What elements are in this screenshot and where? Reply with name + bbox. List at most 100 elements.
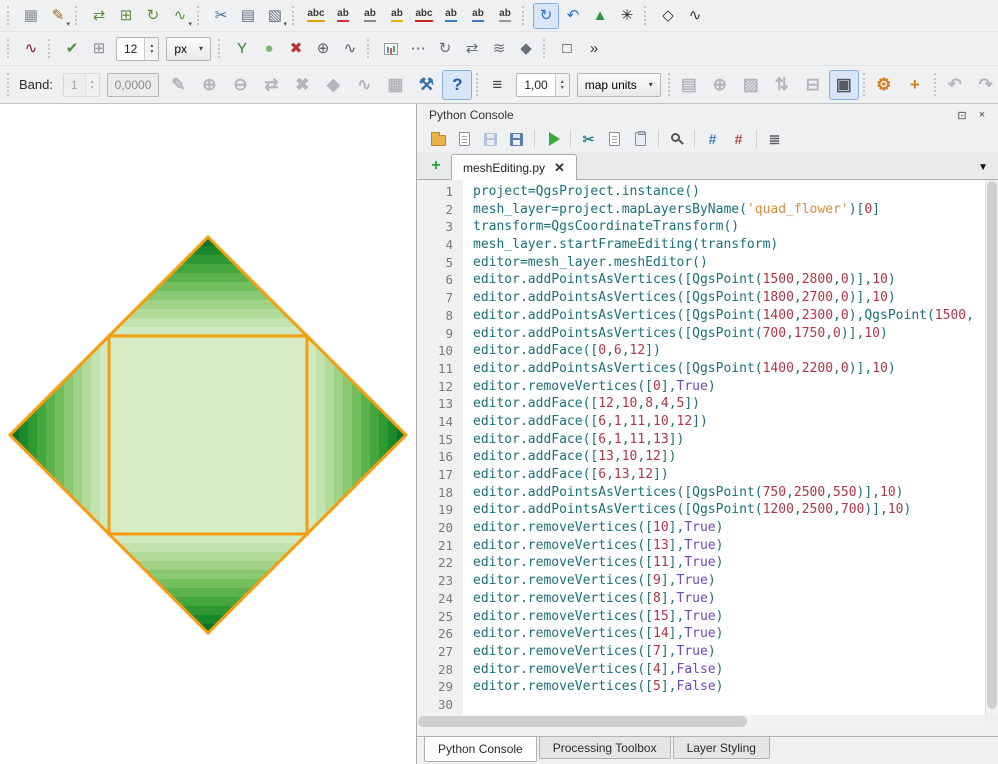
zoom-selection-icon[interactable]: ⊕ [705, 70, 735, 100]
z-value-field[interactable]: 0,0000 [107, 73, 160, 97]
edit-pencil-icon[interactable]: ✎▾ [45, 3, 71, 29]
vertex-tool-icon[interactable]: ◇ [655, 3, 681, 29]
rotate-feature-icon[interactable]: ↻ [140, 3, 166, 29]
digitize-mesh-elements-icon[interactable]: Y [229, 36, 255, 62]
delete-face-icon[interactable]: ✖ [287, 70, 317, 100]
copy-icon[interactable] [603, 128, 626, 151]
code-line[interactable]: editor.removeVertices([7],True) [473, 643, 985, 661]
layer-diagram-icon[interactable]: ab [330, 3, 356, 29]
save-as-icon[interactable] [505, 128, 528, 151]
reshape-feature-icon[interactable]: ∿▾ [167, 3, 193, 29]
vertical-scrollbar[interactable] [985, 180, 998, 715]
paste-features-icon[interactable]: ▧▾ [262, 3, 288, 29]
run-script-icon[interactable] [541, 128, 564, 151]
move-vertex-icon[interactable]: ⇄ [256, 70, 286, 100]
code-line[interactable]: project=QgsProject.instance() [473, 183, 985, 201]
marker-grid-icon[interactable]: ⊞ [86, 36, 112, 62]
comment-icon[interactable]: # [701, 128, 724, 151]
find-text-icon[interactable] [665, 128, 688, 151]
code-line[interactable]: editor.addFace([6,13,12]) [473, 466, 985, 484]
select-rows-icon[interactable]: ▤ [674, 70, 704, 100]
paste-icon[interactable] [629, 128, 652, 151]
mesh-problems-icon[interactable]: ? [442, 70, 472, 100]
code-line[interactable]: editor.addFace([6,1,11,13]) [473, 431, 985, 449]
float-panel-icon[interactable]: ⊡ [954, 107, 970, 123]
code-area[interactable]: project=QgsProject.instance()mesh_layer=… [463, 180, 985, 715]
code-line[interactable]: mesh_layer.startFrameEditing(transform) [473, 236, 985, 254]
invert-selection-icon[interactable]: ▨ [736, 70, 766, 100]
code-line[interactable]: editor=mesh_layer.meshEditor() [473, 254, 985, 272]
horizontal-scrollbar[interactable] [417, 715, 985, 728]
split-face-icon[interactable]: ◆ [318, 70, 348, 100]
select-check-icon[interactable]: ✔ [59, 36, 85, 62]
open-external-editor-icon[interactable] [453, 128, 476, 151]
dock-tab-python-console[interactable]: Python Console [424, 737, 537, 762]
offset-lines-icon[interactable]: ≋ [486, 36, 512, 62]
map-themes-icon[interactable]: ▲ [587, 3, 613, 29]
snap-grid-icon[interactable]: ▦ [18, 3, 44, 29]
refresh-map-icon[interactable]: ↻ [533, 3, 559, 29]
redo-edit-icon[interactable]: ↷ [971, 70, 998, 100]
map-canvas[interactable] [0, 104, 417, 764]
code-line[interactable]: editor.addFace([13,10,12]) [473, 448, 985, 466]
editor-tab[interactable]: meshEditing.py ✕ [451, 154, 577, 180]
code-line[interactable]: editor.addFace([0,6,12]) [473, 342, 985, 360]
code-line[interactable]: editor.addPointsAsVertices([QgsPoint(120… [473, 501, 985, 519]
pin-labels-icon[interactable]: ab [357, 3, 383, 29]
code-line[interactable]: editor.addPointsAsVertices([QgsPoint(140… [473, 307, 985, 325]
smooth-mesh-icon[interactable]: ∿ [349, 70, 379, 100]
rotate-label-icon[interactable]: ab [465, 3, 491, 29]
marker-units-combo[interactable]: px▾ [166, 37, 211, 61]
code-line[interactable] [473, 696, 985, 714]
band-spin[interactable]: 1▴▾ [63, 73, 100, 97]
cut-icon[interactable]: ✂ [577, 128, 600, 151]
copy-features-icon[interactable]: ▤ [235, 3, 261, 29]
layer-labeling-icon[interactable]: abc [303, 3, 329, 29]
marker-size-spin[interactable]: 12▴▾ [116, 37, 159, 61]
close-panel-icon[interactable]: × [974, 107, 990, 123]
vertex-crosshair-icon[interactable]: ⊕ [310, 36, 336, 62]
undo-edit-icon[interactable]: ↶ [940, 70, 970, 100]
change-label-icon[interactable]: ab [492, 3, 518, 29]
digitize-curve-icon[interactable]: ∿ [682, 3, 708, 29]
code-line[interactable]: editor.removeVertices([13],True) [473, 537, 985, 555]
add-layer-plus-icon[interactable]: + [900, 70, 930, 100]
tolerance-spin[interactable]: 1,00▴▾ [516, 73, 569, 97]
toolbar-overflow-icon[interactable]: » [581, 36, 607, 62]
move-label-icon[interactable]: ab [438, 3, 464, 29]
map-units-combo[interactable]: map units▾ [577, 73, 661, 97]
code-line[interactable]: editor.addPointsAsVertices([QgsPoint(700… [473, 325, 985, 343]
vertical-scrollbar-thumb[interactable] [987, 181, 997, 709]
copy-feature-icon[interactable]: ⊞ [113, 3, 139, 29]
code-line[interactable]: editor.addPointsAsVertices([QgsPoint(140… [473, 360, 985, 378]
label-visibility-icon[interactable]: abc [411, 3, 437, 29]
dotted-line-icon[interactable]: ⋯ [405, 36, 431, 62]
code-line[interactable]: editor.removeVertices([15],True) [473, 608, 985, 626]
code-line[interactable]: editor.removeVertices([5],False) [473, 678, 985, 696]
force-by-geometry-icon[interactable]: ⚒ [411, 70, 441, 100]
tab-list-icon[interactable]: ▼ [978, 162, 988, 173]
open-script-icon[interactable] [427, 128, 450, 151]
code-editor[interactable]: 1234567891011121314151617181920212223242… [417, 180, 998, 715]
tab-close-icon[interactable]: ✕ [554, 161, 565, 174]
dock-tab-layer-styling[interactable]: Layer Styling [673, 737, 770, 759]
remove-vertex-icon[interactable]: ⊖ [225, 70, 255, 100]
mesh-layer-icon[interactable]: ∿ [18, 36, 44, 62]
move-vertices-icon[interactable]: ⇄ [459, 36, 485, 62]
collapse-rows-icon[interactable]: ⊟ [798, 70, 828, 100]
select-mesh-by-polygon-icon[interactable]: ● [256, 36, 282, 62]
node-path-icon[interactable]: ∿ [337, 36, 363, 62]
object-inspector-icon[interactable]: ≣ [763, 128, 786, 151]
deselect-mesh-icon[interactable]: ✖ [283, 36, 309, 62]
histogram-icon[interactable] [378, 36, 404, 62]
debug-bug-icon[interactable]: ✳ [614, 3, 640, 29]
refine-face-icon[interactable]: ▦ [380, 70, 410, 100]
vertex-square-icon[interactable]: □ [554, 36, 580, 62]
code-line[interactable]: mesh_layer=project.mapLayersByName('quad… [473, 201, 985, 219]
move-feature-icon[interactable]: ⇄ [86, 3, 112, 29]
code-line[interactable]: editor.removeVertices([4],False) [473, 661, 985, 679]
code-line[interactable]: transform=QgsCoordinateTransform() [473, 218, 985, 236]
uncomment-icon[interactable]: # [727, 128, 750, 151]
add-vertex-icon[interactable]: ⊕ [194, 70, 224, 100]
new-tab-icon[interactable]: + [425, 155, 447, 177]
